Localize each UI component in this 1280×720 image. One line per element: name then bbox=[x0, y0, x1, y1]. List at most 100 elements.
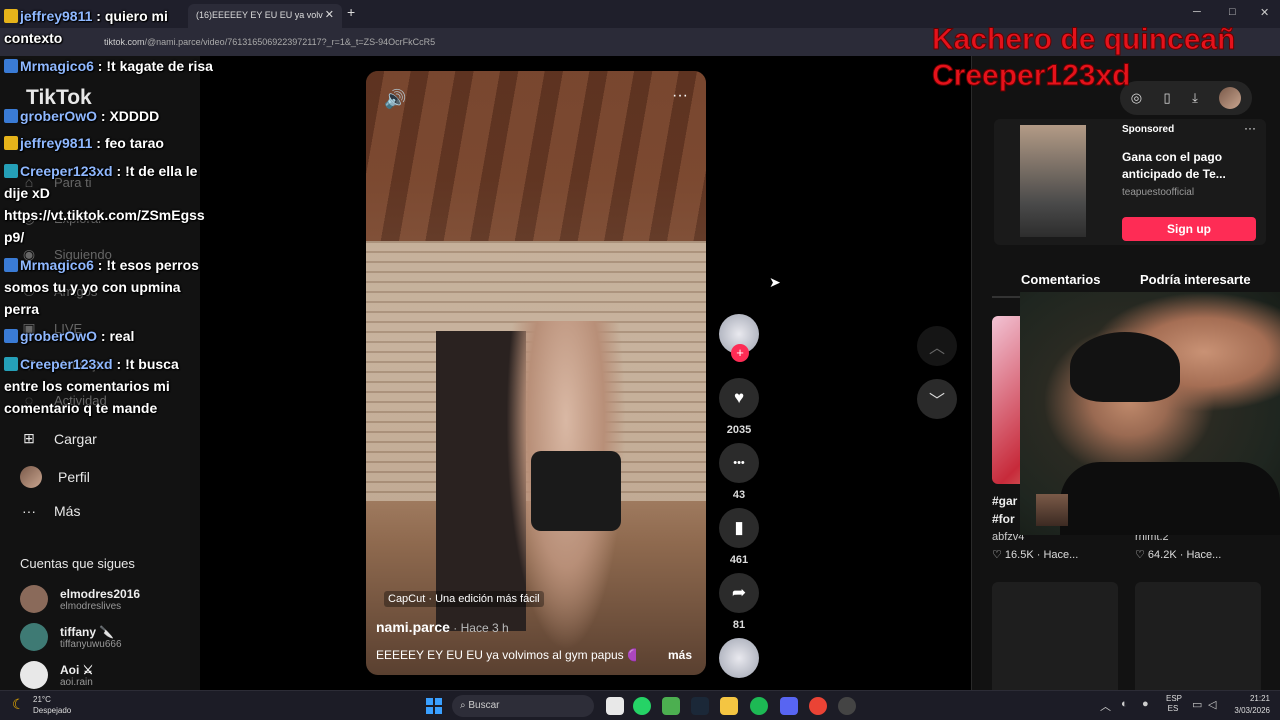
caption-more-link[interactable]: más bbox=[668, 648, 692, 662]
account-avatar bbox=[20, 585, 48, 613]
chat-user: Creeper123xd bbox=[20, 356, 113, 372]
video-caption: EEEEEY EY EU EU ya volvimos al gym papus… bbox=[376, 648, 636, 662]
clock-date: 3/03/2026 bbox=[1234, 706, 1270, 715]
follow-plus-icon[interactable]: + bbox=[731, 344, 749, 362]
nav-mas[interactable]: ··· Más bbox=[20, 503, 80, 519]
steam-icon[interactable] bbox=[691, 697, 709, 715]
previous-video-button[interactable]: ︿ bbox=[917, 326, 957, 366]
sound-avatar-button[interactable] bbox=[718, 638, 760, 678]
microphone-icon[interactable]: ● bbox=[1142, 698, 1149, 710]
ad-thumbnail[interactable] bbox=[1020, 125, 1086, 237]
volume-icon[interactable]: ◁ bbox=[1208, 698, 1216, 711]
weather-condition[interactable]: Despejado bbox=[33, 706, 71, 715]
tray-chevron-icon[interactable]: ︿ bbox=[1100, 698, 1111, 714]
badge-icon bbox=[4, 9, 18, 23]
whatsapp-icon[interactable] bbox=[633, 697, 651, 715]
chat-user: jeffrey9811 bbox=[20, 135, 93, 151]
account-handle: elmodreslives bbox=[60, 600, 122, 612]
search-placeholder: Buscar bbox=[468, 700, 500, 711]
sound-icon[interactable]: 🔊 bbox=[384, 89, 406, 110]
following-account[interactable]: tiffany 🔪 tiffanyuwu666 bbox=[20, 623, 122, 651]
close-window-icon[interactable]: ✕ bbox=[1260, 6, 1269, 19]
chat-message: jeffrey9811 : feo tarao bbox=[4, 132, 214, 154]
account-name: elmodres2016 bbox=[60, 586, 141, 601]
creator-avatar-button[interactable]: + bbox=[718, 314, 760, 362]
chat-message: Creeper123xd : !t de ella le dije xD htt… bbox=[4, 160, 214, 248]
tab-interest[interactable]: Podría interesarte bbox=[1140, 272, 1251, 287]
nav-cargar[interactable]: ⊞ Cargar bbox=[20, 430, 97, 447]
following-account[interactable]: elmodres2016 elmodreslives bbox=[20, 585, 140, 613]
following-title: Cuentas que sigues bbox=[20, 556, 135, 571]
ad-sponsored-label: Sponsored bbox=[1122, 124, 1175, 135]
capcut-tag[interactable]: CapCut · Una edición más fácil bbox=[384, 591, 544, 607]
more-options-icon[interactable]: ··· bbox=[672, 87, 688, 105]
obs-icon[interactable] bbox=[838, 697, 856, 715]
nav-perfil[interactable]: Perfil bbox=[20, 466, 90, 488]
tile-stats: ♡ 16.5K · Hace... bbox=[992, 549, 1079, 561]
share-icon[interactable]: ➦ bbox=[719, 573, 759, 613]
minimize-icon[interactable]: ─ bbox=[1193, 6, 1201, 18]
language-indicator[interactable]: ESP ES bbox=[1166, 694, 1182, 714]
account-name: tiffany 🔪 bbox=[60, 624, 115, 639]
mouse-cursor-icon: ➤ bbox=[769, 274, 781, 290]
following-account[interactable]: Aoi ⚔ aoi.rain bbox=[20, 661, 93, 689]
maximize-icon[interactable]: □ bbox=[1229, 6, 1236, 18]
start-icon[interactable] bbox=[426, 698, 442, 714]
files-app-icon[interactable] bbox=[606, 697, 624, 715]
badge-icon bbox=[4, 164, 18, 178]
tab-close-icon[interactable]: ✕ bbox=[325, 8, 334, 21]
taskbar-search[interactable]: ⌕ Buscar bbox=[452, 695, 594, 717]
badge-icon bbox=[4, 258, 18, 272]
comment-count: 43 bbox=[732, 489, 746, 501]
chrome-icon[interactable] bbox=[809, 697, 827, 715]
account-name: Aoi ⚔ bbox=[60, 662, 94, 677]
ad-more-icon[interactable]: ··· bbox=[1244, 121, 1256, 135]
tray-app-icon[interactable]: ◐ bbox=[1121, 698, 1128, 710]
badge-icon bbox=[4, 329, 18, 343]
sound-avatar[interactable] bbox=[719, 638, 759, 678]
new-tab-button[interactable]: + bbox=[347, 4, 355, 20]
windows-taskbar: ☾ 21°C Despejado ⌕ Buscar ︿ ◐ ● ESP ES ▭… bbox=[0, 690, 1280, 720]
moon-icon[interactable]: ☾ bbox=[12, 696, 25, 713]
spotify-icon[interactable] bbox=[750, 697, 768, 715]
chat-user: groberOwO bbox=[20, 328, 98, 344]
like-button[interactable]: ♥ 2035 bbox=[718, 378, 760, 436]
clock[interactable]: 21:21 3/03/2026 bbox=[1224, 694, 1270, 715]
minecraft-icon[interactable] bbox=[662, 697, 680, 715]
badge-icon bbox=[4, 59, 18, 73]
badge-icon bbox=[4, 109, 18, 123]
chat-text: : feo tarao bbox=[92, 135, 164, 151]
share-button[interactable]: ➦ 81 bbox=[718, 573, 760, 631]
profile-avatar bbox=[20, 466, 42, 488]
comment-button[interactable]: ••• 43 bbox=[718, 443, 760, 501]
video-scene-ceiling bbox=[366, 71, 706, 241]
next-video-button[interactable]: ﹀ bbox=[917, 379, 957, 419]
chat-message: jeffrey9811 : quiero mi contexto bbox=[4, 5, 214, 49]
tab-comments[interactable]: Comentarios bbox=[1021, 272, 1100, 287]
chat-user: Creeper123xd bbox=[20, 163, 113, 179]
network-icon[interactable]: ▭ bbox=[1192, 698, 1202, 711]
author-name[interactable]: nami.parce bbox=[376, 619, 450, 635]
tile-stats: ♡ 64.2K · Hace... bbox=[1135, 549, 1222, 561]
nav-label: Perfil bbox=[58, 469, 90, 485]
chat-user: jeffrey9811 bbox=[20, 8, 93, 24]
sponsored-ad-card[interactable]: Sponsored ··· Gana con el pago anticipad… bbox=[994, 119, 1266, 245]
ad-title[interactable]: Gana con el pago anticipado de Te... bbox=[1122, 149, 1262, 183]
account-avatar bbox=[20, 623, 48, 651]
discord-icon[interactable] bbox=[780, 697, 798, 715]
comment-icon[interactable]: ••• bbox=[719, 443, 759, 483]
more-icon: ··· bbox=[22, 503, 36, 519]
ad-brand[interactable]: teapuestoofficial bbox=[1122, 187, 1194, 198]
bookmark-icon[interactable]: ▮ bbox=[719, 508, 759, 548]
chat-user: Mrmagico6 bbox=[20, 257, 94, 273]
chat-message: groberOwO : real bbox=[4, 325, 214, 347]
video-player[interactable]: 🔊 ··· CapCut · Una edición más fácil nam… bbox=[366, 71, 706, 675]
weather-temp[interactable]: 21°C bbox=[33, 695, 51, 704]
account-handle: aoi.rain bbox=[60, 676, 93, 688]
video-author[interactable]: nami.parce · Hace 3 h bbox=[376, 619, 509, 635]
ad-signup-button[interactable]: Sign up bbox=[1122, 217, 1256, 241]
heart-icon[interactable]: ♥ bbox=[719, 378, 759, 418]
save-button[interactable]: ▮ 461 bbox=[718, 508, 760, 566]
folder-icon[interactable] bbox=[720, 697, 738, 715]
overlay-line-2: Creeper123xd bbox=[932, 59, 1131, 93]
